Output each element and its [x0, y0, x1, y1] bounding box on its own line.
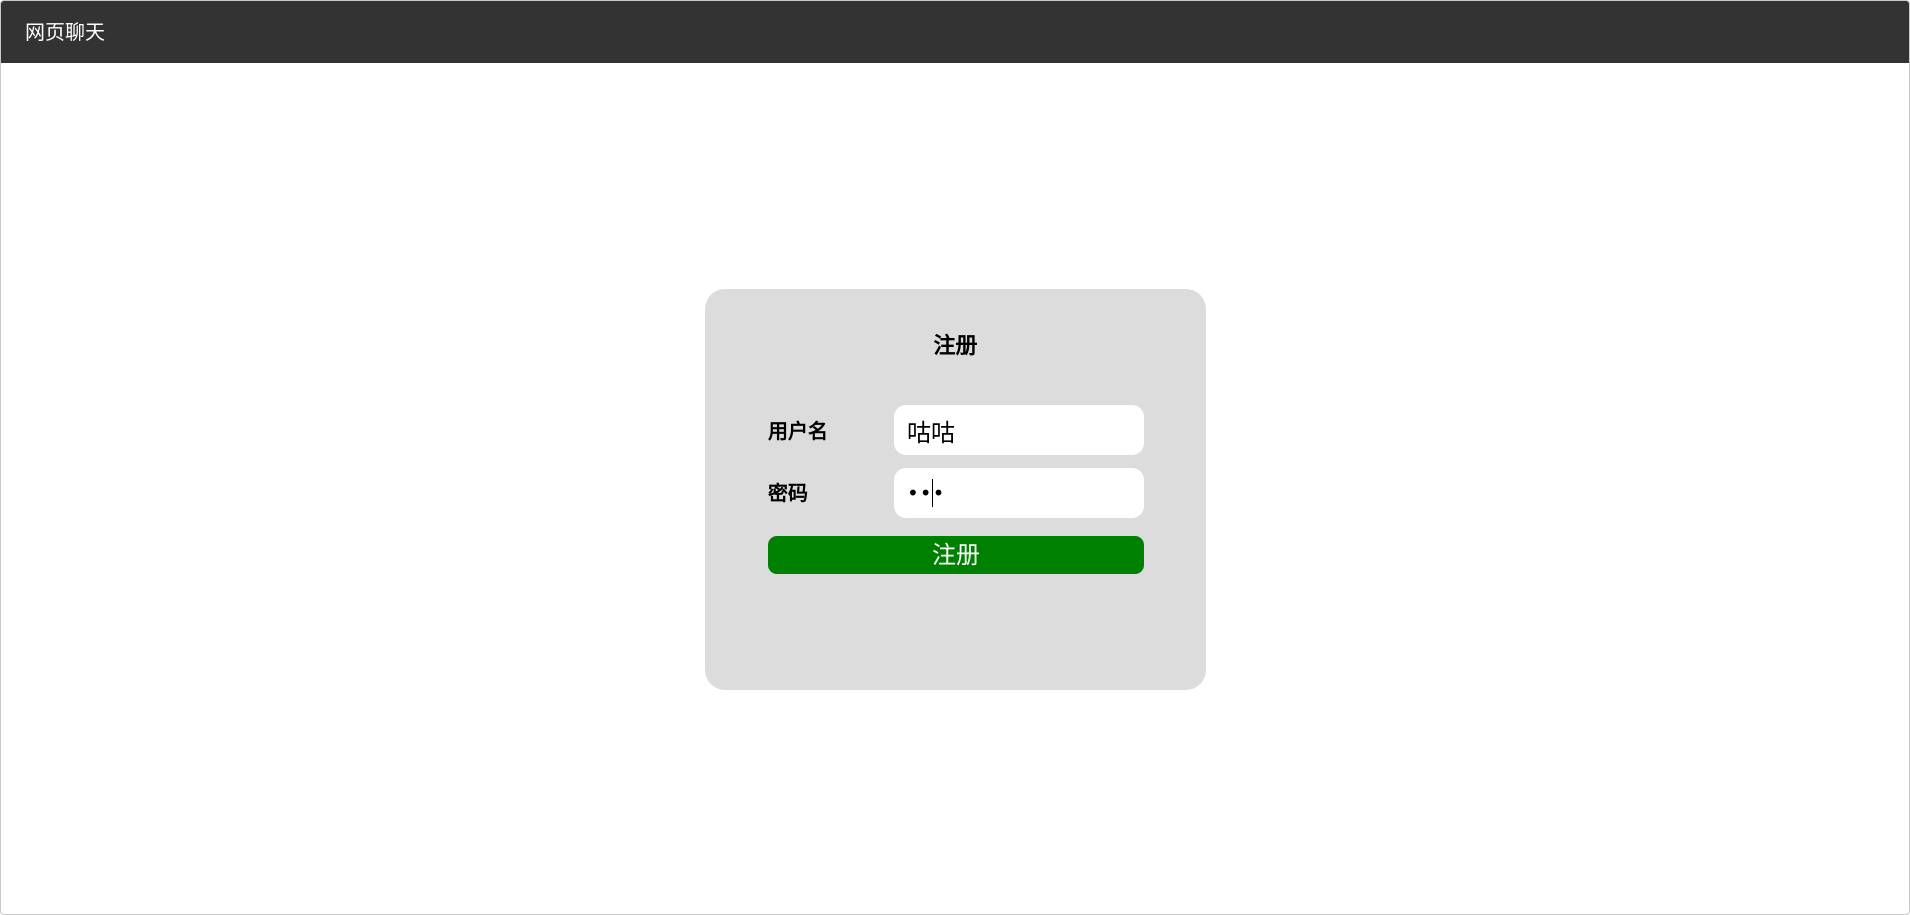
text-cursor: [932, 479, 933, 507]
username-input[interactable]: [894, 405, 1144, 455]
title-bar: 网页聊天: [1, 1, 1909, 63]
register-button[interactable]: 注册: [768, 536, 1144, 574]
register-heading: 注册: [933, 334, 978, 359]
app-title: 网页聊天: [25, 20, 105, 44]
app-window: 网页聊天 注册 用户名 密码 注册: [0, 0, 1910, 915]
register-card: 注册 用户名 密码 注册: [705, 289, 1206, 690]
username-label: 用户名: [768, 419, 828, 443]
password-label: 密码: [768, 481, 808, 505]
